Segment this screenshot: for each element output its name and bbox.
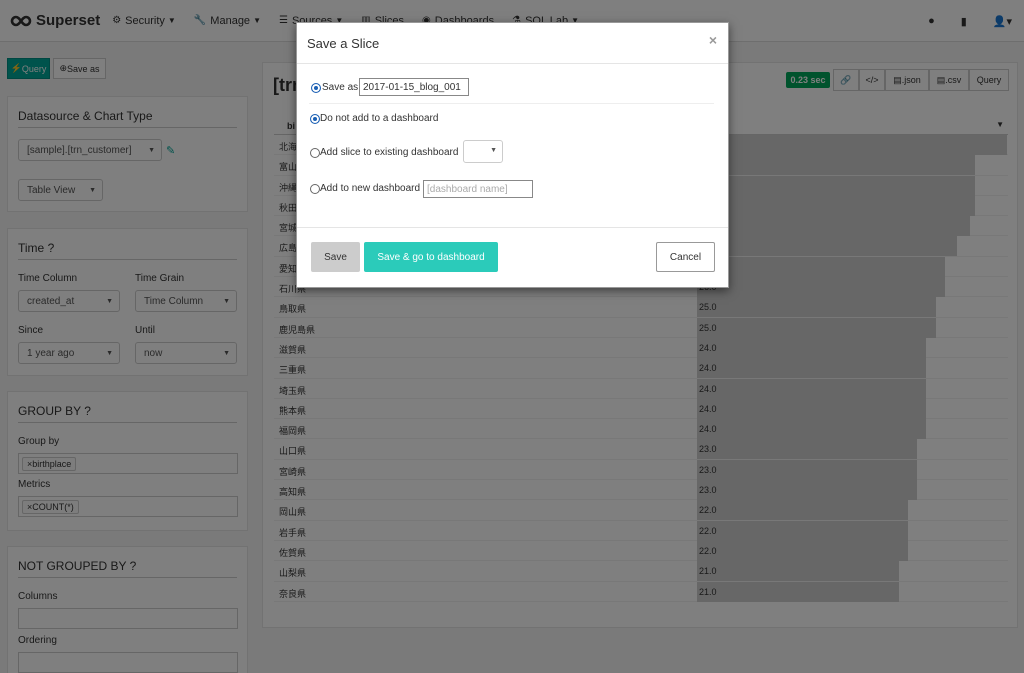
save-as-radio[interactable] xyxy=(311,83,321,93)
existing-dashboard-label: Add slice to existing dashboard xyxy=(320,147,459,158)
existing-dashboard-radio[interactable] xyxy=(310,148,320,158)
chevron-down-icon: ▼ xyxy=(490,147,497,154)
new-dashboard-label: Add to new dashboard xyxy=(320,183,421,194)
new-dashboard-input[interactable]: [dashboard name] xyxy=(423,180,533,198)
modal-title: Save a Slice xyxy=(307,36,380,51)
modal-footer-divider xyxy=(297,227,728,228)
close-icon[interactable]: × xyxy=(709,32,717,48)
save-as-radio-label: Save as xyxy=(322,82,359,93)
cancel-button[interactable]: Cancel xyxy=(656,242,715,272)
save-slice-modal: Save a Slice × Save as 2017-01-15_blog_0… xyxy=(296,22,729,288)
no-dashboard-label: Do not add to a dashboard xyxy=(320,113,439,124)
save-button[interactable]: Save xyxy=(311,242,360,272)
no-dashboard-radio[interactable] xyxy=(310,114,320,124)
modal-header-divider xyxy=(297,63,728,64)
new-dashboard-radio[interactable] xyxy=(310,184,320,194)
save-and-go-button[interactable]: Save & go to dashboard xyxy=(364,242,498,272)
divider xyxy=(309,103,714,104)
slice-name-input[interactable]: 2017-01-15_blog_001 xyxy=(359,78,469,96)
existing-dashboard-select[interactable]: ▼ xyxy=(463,140,503,163)
